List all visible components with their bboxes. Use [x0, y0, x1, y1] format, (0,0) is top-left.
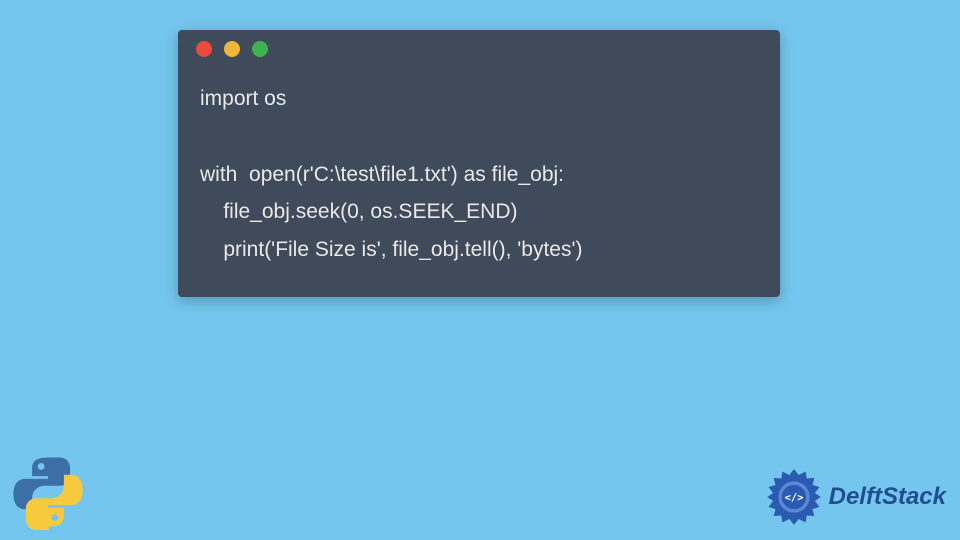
close-icon [196, 41, 212, 57]
gear-icon: </> [765, 468, 823, 526]
brand-logo: </> DelftStack [765, 468, 946, 526]
code-window: import os with open(r'C:\test\file1.txt'… [178, 30, 780, 297]
minimize-icon [224, 41, 240, 57]
maximize-icon [252, 41, 268, 57]
window-titlebar [178, 30, 780, 68]
brand-name: DelftStack [829, 483, 946, 511]
code-block: import os with open(r'C:\test\file1.txt'… [178, 68, 780, 297]
code-line: file_obj.seek(0, os.SEEK_END) [200, 200, 517, 223]
code-line: import os [200, 87, 286, 110]
svg-text:</>: </> [784, 492, 803, 504]
code-line: with open(r'C:\test\file1.txt') as file_… [200, 163, 564, 186]
python-logo-icon [10, 454, 86, 530]
code-line: print('File Size is', file_obj.tell(), '… [200, 238, 582, 261]
